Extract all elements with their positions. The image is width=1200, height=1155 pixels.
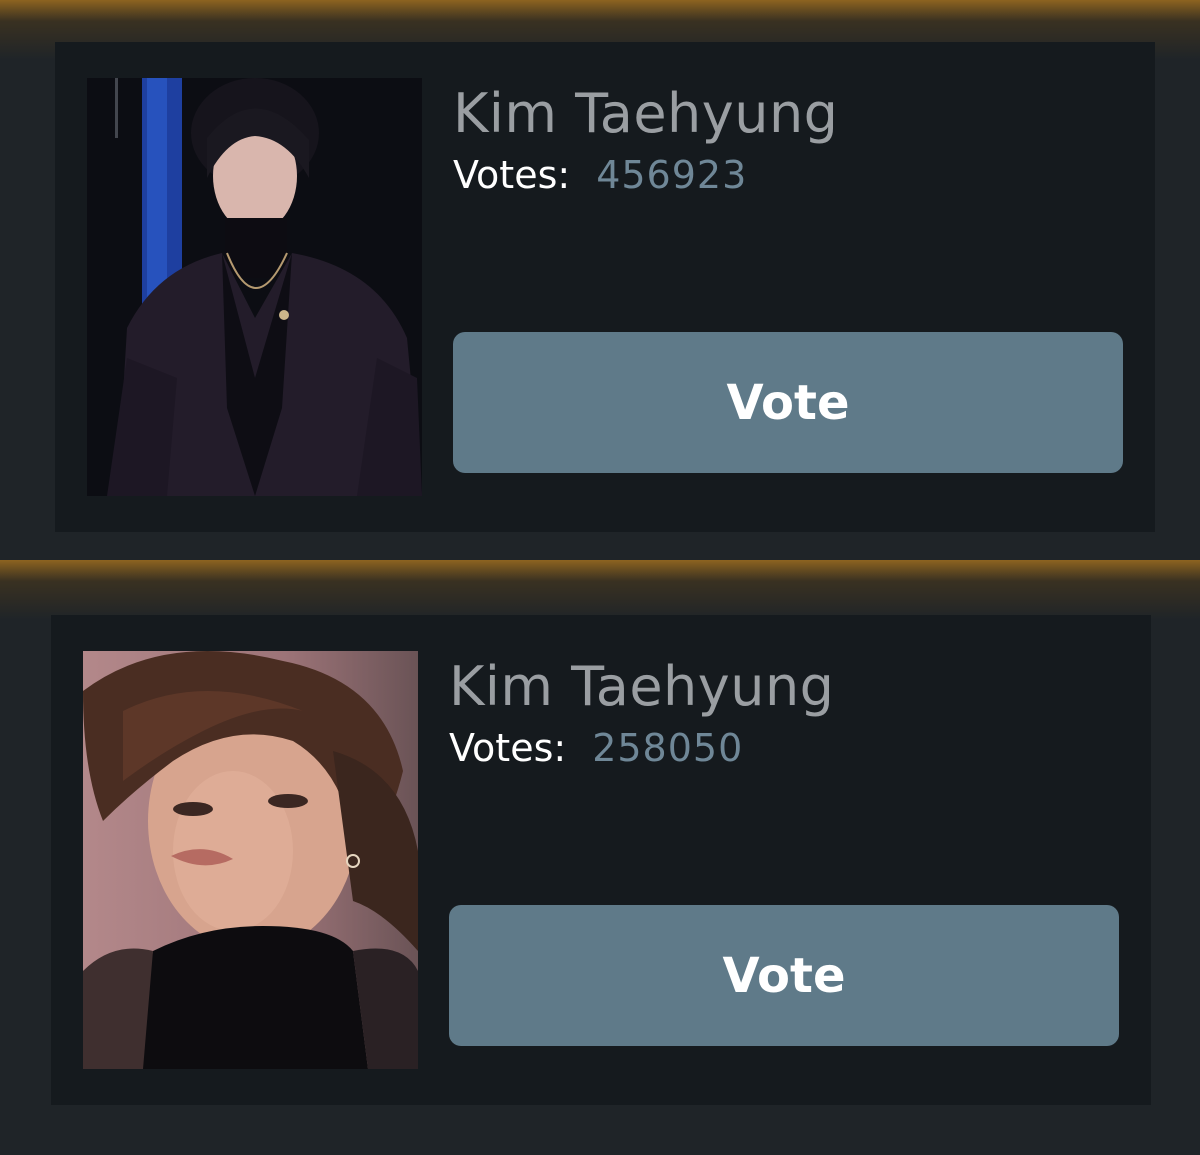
vote-button[interactable]: Vote: [453, 332, 1123, 473]
votes-count: 456923: [596, 153, 748, 197]
card-glow-bottom: [0, 560, 1200, 620]
votes-label: Votes:: [449, 726, 567, 770]
voting-screen: Kim Taehyung Votes: 456923 Vote Kim Taeh…: [0, 0, 1200, 1155]
votes-label: Votes:: [453, 153, 571, 197]
candidate-photo-image: [83, 651, 418, 1069]
candidate-photo-image: [87, 78, 422, 496]
candidate-card: Kim Taehyung Votes: 258050 Vote: [51, 615, 1151, 1105]
vote-button[interactable]: Vote: [449, 905, 1119, 1046]
votes-count: 258050: [592, 726, 744, 770]
candidate-photo: [87, 78, 422, 496]
candidate-card: Kim Taehyung Votes: 456923 Vote: [55, 42, 1155, 532]
votes-row: Votes: 456923: [453, 152, 747, 198]
votes-row: Votes: 258050: [449, 725, 743, 771]
candidate-name: Kim Taehyung: [453, 82, 839, 145]
candidate-photo: [83, 651, 418, 1069]
candidate-name: Kim Taehyung: [449, 655, 835, 718]
